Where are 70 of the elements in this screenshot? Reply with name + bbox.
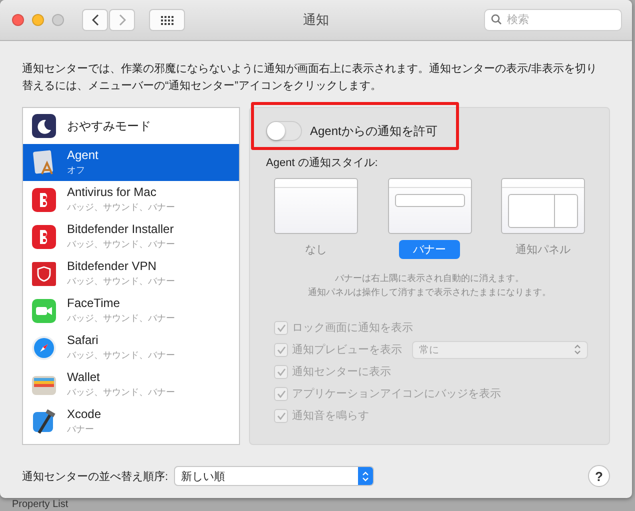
app-list-item[interactable]: Bitdefender VPN バッジ、サウンド、バナー — [23, 255, 239, 292]
app-list-item[interactable]: Safari バッジ、サウンド、バナー — [23, 329, 239, 366]
style-option[interactable]: バナー — [399, 240, 460, 259]
app-name: Bitdefender Installer — [67, 222, 175, 236]
app-name: Agent — [67, 148, 98, 162]
stepper-arrows-icon — [574, 344, 581, 355]
app-alert-summary: バッジ、サウンド、バナー — [67, 312, 175, 325]
style-preview-drawing[interactable] — [501, 178, 585, 234]
shield-icon — [31, 260, 57, 286]
allow-toggle[interactable] — [266, 121, 302, 141]
app-alert-summary: バッジ、サウンド、バナー — [67, 275, 175, 288]
app-list-item[interactable]: おやすみモード — [23, 108, 239, 144]
window-title: 通知 — [303, 11, 329, 29]
help-button[interactable]: ? — [588, 465, 610, 487]
app-list-item[interactable]: Wallet バッジ、サウンド、バナー — [23, 366, 239, 403]
app-list-item[interactable]: FaceTime バッジ、サウンド、バナー — [23, 292, 239, 329]
description-text: 通知センターでは、作業の邪魔にならないように通知が画面右上に表示されます。通知センターの表示/非表示を切り替えるには、メニューバーの“通知センター”アイコンをクリックします。 — [22, 62, 598, 94]
style-preview-drawing[interactable] — [388, 178, 472, 234]
app-list-item[interactable]: Xcode バナー — [23, 403, 239, 440]
app-alert-summary: バッジ、サウンド、バナー — [67, 201, 175, 214]
close-button[interactable] — [12, 14, 24, 26]
hammer-icon — [31, 408, 57, 434]
app-name: おやすみモード — [67, 118, 151, 134]
sort-label: 通知センターの並べ替え順序: — [22, 470, 168, 484]
video-camera-icon — [31, 298, 57, 324]
app-list-item[interactable]: Bitdefender Installer バッジ、サウンド、バナー — [23, 218, 239, 255]
minimize-button[interactable] — [32, 14, 44, 26]
stepper-arrows-icon — [362, 470, 370, 482]
shield-b-icon — [31, 186, 57, 212]
app-alert-summary: オフ — [67, 164, 86, 177]
option-label: アプリケーションアイコンにバッジを表示 — [292, 386, 501, 401]
app-alert-summary: バッジ、サウンド、バナー — [67, 349, 175, 362]
option-label: 通知音を鳴らす — [292, 408, 369, 423]
style-preview-drawing[interactable] — [274, 178, 358, 234]
app-list-item[interactable]: Antivirus for Mac バッジ、サウンド、バナー — [23, 181, 239, 218]
app-alert-summary: バナー — [67, 423, 95, 436]
checkmark-icon — [276, 346, 286, 354]
chevron-right-icon — [118, 14, 126, 26]
search-field[interactable]: 検索 — [484, 9, 622, 31]
zoom-button[interactable] — [52, 14, 64, 26]
background-window-title: Property List — [12, 499, 68, 511]
sort-select[interactable]: 新しい順 — [174, 466, 374, 486]
app-alert-summary: バッジ、サウンド、バナー — [67, 238, 175, 251]
show-all-button[interactable] — [149, 9, 185, 31]
grid-icon — [160, 16, 174, 24]
app-name: FaceTime — [67, 296, 121, 310]
checkmark-icon — [276, 412, 286, 420]
toggle-label: Agentからの通知を許可 — [310, 122, 438, 140]
option-label: ロック画面に通知を表示 — [292, 320, 413, 335]
checkmark-icon — [276, 324, 286, 332]
app-list-item[interactable]: Agent オフ — [23, 144, 239, 181]
style-note: バナーは右上隅に表示され自動的に消えます。 — [335, 272, 524, 285]
style-note: 通知パネルは操作して消すまで表示されたままになります。 — [308, 286, 551, 299]
style-heading: Agent の通知スタイル: — [266, 156, 379, 170]
moon-icon — [31, 113, 57, 139]
app-name: Safari — [67, 333, 100, 347]
option-label: 通知プレビューを表示 — [292, 342, 402, 357]
back-button[interactable] — [82, 9, 108, 31]
chevron-left-icon — [92, 14, 98, 26]
app-name: Wallet — [67, 370, 101, 384]
shield-b-icon — [31, 224, 57, 250]
checkmark-icon — [276, 368, 286, 376]
search-icon — [491, 14, 502, 25]
compass-icon — [31, 334, 57, 360]
app-name: Antivirus for Mac — [67, 185, 158, 199]
option-label: 通知センターに表示 — [292, 364, 391, 379]
app-name: Bitdefender VPN — [67, 259, 158, 273]
app-alert-summary: バッジ、サウンド、バナー — [67, 386, 175, 399]
app-name: Xcode — [67, 407, 102, 421]
checkmark-icon — [276, 390, 286, 398]
